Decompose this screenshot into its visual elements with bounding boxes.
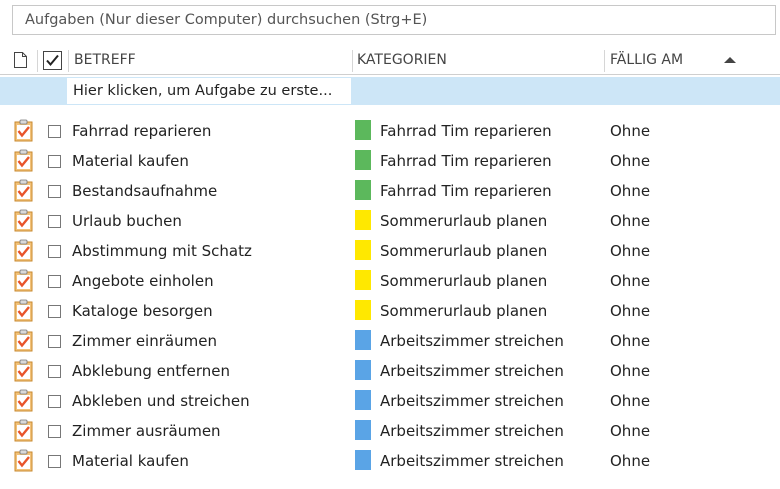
task-icon xyxy=(14,269,33,292)
header-categories[interactable]: KATEGORIEN xyxy=(357,47,447,74)
task-complete-checkbox[interactable] xyxy=(48,365,61,378)
task-icon xyxy=(14,299,33,322)
task-category: Arbeitszimmer streichen xyxy=(380,452,564,470)
task-due-date: Ohne xyxy=(610,452,651,470)
task-category: Fahrrad Tim reparieren xyxy=(380,122,552,140)
task-complete-checkbox[interactable] xyxy=(48,185,61,198)
task-complete-checkbox[interactable] xyxy=(48,245,61,258)
document-icon[interactable] xyxy=(14,52,27,68)
category-color-swatch xyxy=(355,210,371,230)
task-icon xyxy=(14,119,33,142)
task-icon xyxy=(14,329,33,352)
task-due-date: Ohne xyxy=(610,272,651,290)
task-subject: Abkleben und streichen xyxy=(72,392,250,410)
category-color-swatch xyxy=(355,390,371,410)
task-subject: Material kaufen xyxy=(72,452,189,470)
task-row[interactable]: Material kaufen Arbeitszimmer streichen Oh… xyxy=(0,446,780,476)
task-due-date: Ohne xyxy=(610,242,651,260)
task-icon xyxy=(14,149,33,172)
task-due-date: Ohne xyxy=(610,392,651,410)
task-category: Arbeitszimmer streichen xyxy=(380,332,564,350)
header-subject[interactable]: BETREFF xyxy=(74,47,136,74)
task-subject: Fahrrad reparieren xyxy=(72,122,212,140)
category-color-swatch xyxy=(355,330,371,350)
task-due-date: Ohne xyxy=(610,152,651,170)
task-complete-checkbox[interactable] xyxy=(48,335,61,348)
category-color-swatch xyxy=(355,240,371,260)
task-icon xyxy=(14,239,33,262)
new-task-row[interactable]: Hier klicken, um Aufgabe zu erste... xyxy=(0,77,780,105)
task-subject: Abklebung entfernen xyxy=(72,362,230,380)
task-row[interactable]: Abklebung entfernen Arbeitszimmer streich… xyxy=(0,356,780,386)
header-due-date[interactable]: FÄLLIG AM xyxy=(610,47,683,74)
task-row[interactable]: Urlaub buchen Sommerurlaub planen Ohne xyxy=(0,206,780,236)
task-row[interactable]: Bestandsaufnahme Fahrrad Tim reparieren Oh… xyxy=(0,176,780,206)
task-list: Fahrrad reparieren Fahrrad Tim reparieren… xyxy=(0,116,780,476)
category-color-swatch xyxy=(355,420,371,440)
task-icon xyxy=(14,179,33,202)
task-row[interactable]: Zimmer einräumen Arbeitszimmer streichen O… xyxy=(0,326,780,356)
category-color-swatch xyxy=(355,450,371,470)
task-category: Fahrrad Tim reparieren xyxy=(380,182,552,200)
task-subject: Urlaub buchen xyxy=(72,212,182,230)
task-category: Fahrrad Tim reparieren xyxy=(380,152,552,170)
task-row[interactable]: Fahrrad reparieren Fahrrad Tim reparieren… xyxy=(0,116,780,146)
task-subject: Bestandsaufnahme xyxy=(72,182,218,200)
task-category: Arbeitszimmer streichen xyxy=(380,362,564,380)
task-complete-checkbox[interactable] xyxy=(48,275,61,288)
task-row[interactable]: Abkleben und streichen Arbeitszimmer stre… xyxy=(0,386,780,416)
task-due-date: Ohne xyxy=(610,422,651,440)
category-color-swatch xyxy=(355,120,371,140)
task-complete-checkbox[interactable] xyxy=(48,215,61,228)
search-box[interactable] xyxy=(12,5,776,35)
task-complete-checkbox[interactable] xyxy=(48,395,61,408)
task-category: Sommerurlaub planen xyxy=(380,302,548,320)
task-subject: Material kaufen xyxy=(72,152,189,170)
task-row[interactable]: Material kaufen Fahrrad Tim reparieren Ohn… xyxy=(0,146,780,176)
task-category: Sommerurlaub planen xyxy=(380,272,548,290)
category-color-swatch xyxy=(355,150,371,170)
task-due-date: Ohne xyxy=(610,212,651,230)
task-row[interactable]: Kataloge besorgen Sommerurlaub planen Ohne xyxy=(0,296,780,326)
task-subject: Angebote einholen xyxy=(72,272,214,290)
new-task-input[interactable]: Hier klicken, um Aufgabe zu erste... xyxy=(66,77,352,105)
task-row[interactable]: Angebote einholen Sommerurlaub planen Ohne xyxy=(0,266,780,296)
task-row[interactable]: Abstimmung mit Schatz Sommerurlaub planen… xyxy=(0,236,780,266)
task-due-date: Ohne xyxy=(610,302,651,320)
task-category: Sommerurlaub planen xyxy=(380,242,548,260)
search-input[interactable] xyxy=(13,6,775,34)
category-color-swatch xyxy=(355,300,371,320)
task-subject: Kataloge besorgen xyxy=(72,302,213,320)
task-icon xyxy=(14,419,33,442)
task-due-date: Ohne xyxy=(610,122,651,140)
task-category: Sommerurlaub planen xyxy=(380,212,548,230)
task-complete-checkbox[interactable] xyxy=(48,305,61,318)
category-color-swatch xyxy=(355,180,371,200)
task-subject: Abstimmung mit Schatz xyxy=(72,242,252,260)
task-complete-checkbox[interactable] xyxy=(48,455,61,468)
task-complete-checkbox[interactable] xyxy=(48,125,61,138)
task-icon xyxy=(14,359,33,382)
task-due-date: Ohne xyxy=(610,182,651,200)
task-complete-checkbox[interactable] xyxy=(48,155,61,168)
sort-ascending-icon[interactable] xyxy=(724,57,736,63)
task-category: Arbeitszimmer streichen xyxy=(380,422,564,440)
task-subject: Zimmer ausräumen xyxy=(72,422,221,440)
task-due-date: Ohne xyxy=(610,362,651,380)
task-row[interactable]: Zimmer ausräumen Arbeitszimmer streichen O… xyxy=(0,416,780,446)
category-color-swatch xyxy=(355,360,371,380)
task-icon xyxy=(14,209,33,232)
task-category: Arbeitszimmer streichen xyxy=(380,392,564,410)
task-due-date: Ohne xyxy=(610,332,651,350)
checkmark-icon[interactable] xyxy=(43,51,62,70)
task-subject: Zimmer einräumen xyxy=(72,332,217,350)
task-complete-checkbox[interactable] xyxy=(48,425,61,438)
task-icon xyxy=(14,389,33,412)
category-color-swatch xyxy=(355,270,371,290)
task-icon xyxy=(14,449,33,472)
column-header: BETREFF KATEGORIEN FÄLLIG AM xyxy=(0,47,780,75)
